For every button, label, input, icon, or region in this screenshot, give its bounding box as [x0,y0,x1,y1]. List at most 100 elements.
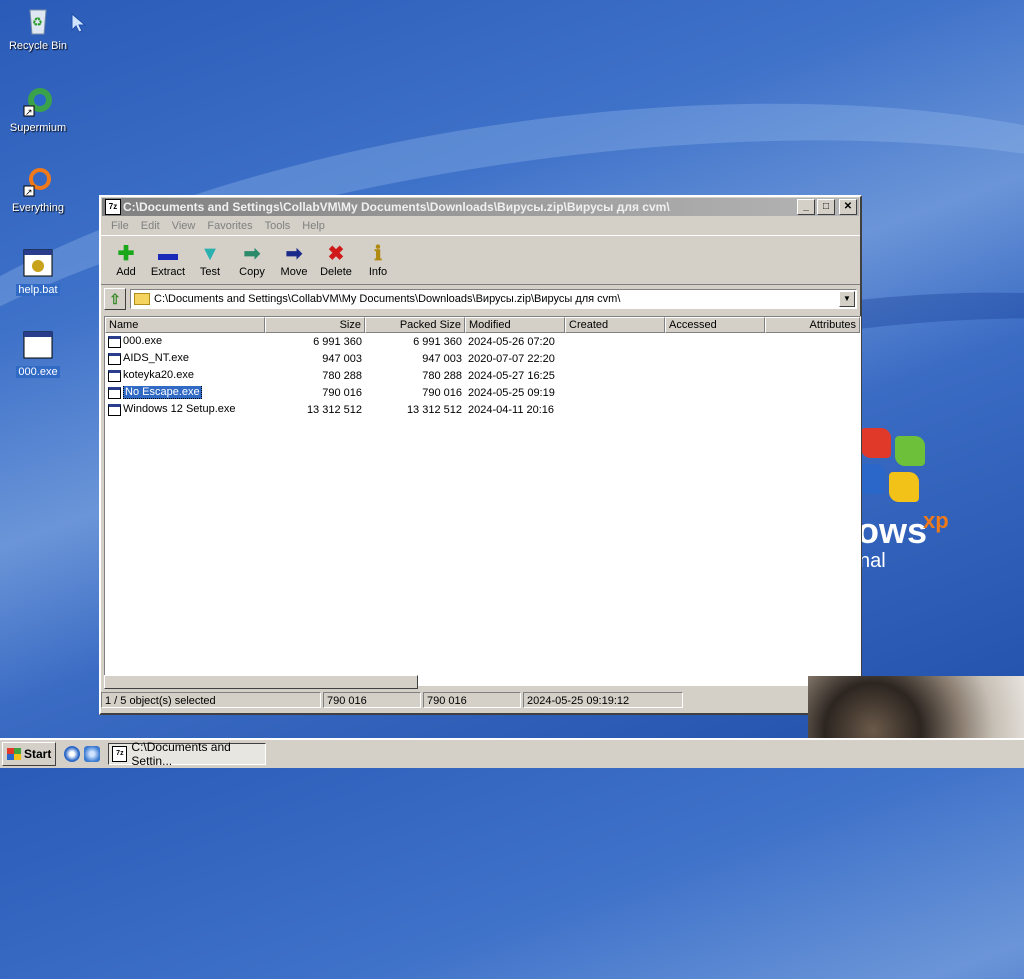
start-label: Start [24,747,52,761]
file-row[interactable]: koteyka20.exe 780 288 780 288 2024-05-27… [105,367,860,384]
title-bar[interactable]: 7z C:\Documents and Settings\CollabVM\My… [102,198,859,216]
extract-icon: ▬ [158,243,178,265]
windows-flag-icon [7,748,21,760]
logo-edition: nal [859,550,886,572]
desktop-icon-everything[interactable]: ↗ Everything [0,166,76,214]
column-created[interactable]: Created [565,317,665,333]
test-icon: ▼ [200,243,220,265]
taskbar-item-7zip[interactable]: 7z C:\Documents and Settin... [108,740,267,768]
address-input[interactable]: C:\Documents and Settings\CollabVM\My Do… [154,293,839,305]
supermium-icon: ↗ [22,86,54,118]
file-row[interactable]: 000.exe 6 991 360 6 991 360 2024-05-26 0… [105,333,860,350]
address-bar: ⇧ C:\Documents and Settings\CollabVM\My … [101,285,860,313]
move-label: Move [280,266,308,278]
move-icon: ➡ [285,243,303,265]
address-combo[interactable]: C:\Documents and Settings\CollabVM\My Do… [130,289,857,309]
menu-file[interactable]: File [105,220,135,232]
exe-file-icon [108,403,121,416]
desktop-icon-help-bat[interactable]: help.bat [0,248,76,296]
copy-icon: ➡ [243,243,261,265]
file-size: 6 991 360 [313,335,362,348]
desktop-icon-recycle-bin[interactable]: ♻ Recycle Bin [0,4,76,52]
copy-button[interactable]: ➡ Copy [231,238,273,282]
delete-button[interactable]: ✖ Delete [315,238,357,282]
delete-icon: ✖ [327,243,345,265]
logo-text: ows [857,510,928,551]
column-accessed[interactable]: Accessed [665,317,765,333]
info-button[interactable]: ℹ Info [357,238,399,282]
close-button[interactable]: ✕ [839,199,857,215]
add-button[interactable]: ✚ Add [105,238,147,282]
toolbar: ✚ Add ▬ Extract ▼ Test ➡ Copy ➡ Move ✖ D… [101,235,860,285]
exe-file-icon [108,352,121,365]
exe-file-icon [108,335,121,348]
folder-up-button[interactable]: ⇧ [104,288,126,310]
file-packed-size: 790 016 [422,386,462,399]
column-packed-size[interactable]: Packed Size [365,317,465,333]
maximize-button[interactable]: □ [817,199,835,215]
desktop-icon-label: help.bat [16,284,60,296]
file-size: 780 288 [322,369,362,382]
menu-tools[interactable]: Tools [259,220,297,232]
file-size: 947 003 [322,352,362,365]
menu-favorites[interactable]: Favorites [201,220,258,232]
desktop-icon-000-exe[interactable]: 000.exe [0,330,76,378]
taskbar-item-label: C:\Documents and Settin... [131,740,231,768]
file-name: 000.exe [123,335,163,348]
exe-file-icon [22,330,54,362]
file-name: No Escape.exe [123,386,202,399]
status-packed: 790 016 [423,692,521,708]
chevron-down-icon[interactable]: ▼ [839,291,855,307]
horizontal-scrollbar-thumb[interactable] [104,675,418,689]
file-modified: 2024-05-27 16:25 [468,369,555,382]
everything-icon: ↗ [22,166,54,198]
add-icon: ✚ [117,243,135,265]
column-attributes[interactable]: Attributes [765,317,860,333]
logo-flag-red [861,428,891,458]
status-size: 790 016 [323,692,421,708]
menu-bar: File Edit View Favorites Tools Help [101,217,860,235]
file-modified: 2024-05-25 09:19 [468,386,555,399]
file-row[interactable]: Windows 12 Setup.exe 13 312 512 13 312 5… [105,401,860,418]
add-label: Add [116,266,136,278]
delete-label: Delete [320,266,352,278]
minimize-button[interactable]: _ [797,199,815,215]
status-modified: 2024-05-25 09:19:12 [523,692,683,708]
exe-file-icon [108,386,121,399]
list-header: Name Size Packed Size Modified Created A… [105,317,860,333]
file-name: AIDS_NT.exe [123,352,190,365]
menu-help[interactable]: Help [296,220,331,232]
move-button[interactable]: ➡ Move [273,238,315,282]
exe-file-icon [108,369,121,382]
desktop-icon-label: 000.exe [16,366,60,378]
desktop-icon-supermium[interactable]: ↗ Supermium [0,86,76,134]
start-button[interactable]: Start [2,742,57,766]
svg-text:↗: ↗ [25,107,33,117]
file-manager-window: 7z C:\Documents and Settings\CollabVM\My… [99,195,862,715]
logo-flag-green [895,436,925,466]
extract-label: Extract [150,266,186,278]
menu-view[interactable]: View [166,220,202,232]
extract-button[interactable]: ▬ Extract [147,238,189,282]
window-title: C:\Documents and Settings\CollabVM\My Do… [123,200,670,214]
test-button[interactable]: ▼ Test [189,238,231,282]
svg-text:♻: ♻ [32,15,43,29]
menu-edit[interactable]: Edit [135,220,166,232]
7zip-app-icon: 7z [105,199,121,215]
file-name: Windows 12 Setup.exe [123,403,236,416]
desktop-icon-label: Everything [12,202,64,214]
taskbar: Start 7z C:\Documents and Settin... [0,738,1024,768]
internet-explorer-icon[interactable] [64,746,81,762]
column-name[interactable]: Name [105,317,265,333]
browser-icon[interactable] [84,746,101,762]
info-label: Info [368,266,388,278]
file-list[interactable]: Name Size Packed Size Modified Created A… [104,316,861,686]
status-selection: 1 / 5 object(s) selected [101,692,321,708]
quick-launch [64,746,101,762]
file-row-selected[interactable]: No Escape.exe 790 016 790 016 2024-05-25… [105,384,860,401]
file-row[interactable]: AIDS_NT.exe 947 003 947 003 2020-07-07 2… [105,350,860,367]
file-modified: 2024-04-11 20:16 [468,403,555,416]
column-modified[interactable]: Modified [465,317,565,333]
column-size[interactable]: Size [265,317,365,333]
file-name: koteyka20.exe [123,369,194,382]
